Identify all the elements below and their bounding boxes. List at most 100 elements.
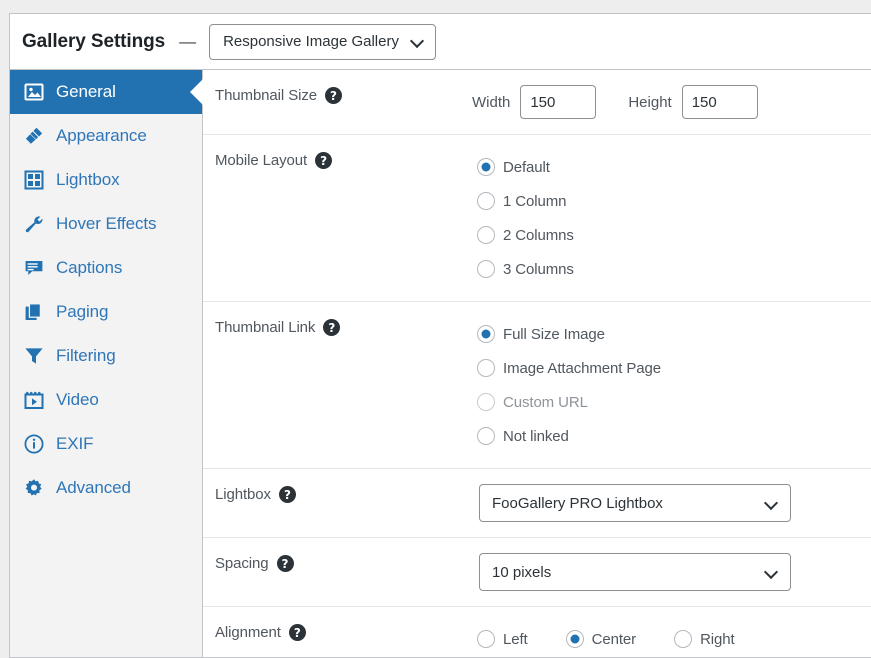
radio-label: 2 Columns bbox=[503, 226, 574, 244]
radio-label: Custom URL bbox=[503, 393, 588, 411]
radio-icon bbox=[565, 630, 584, 648]
help-icon[interactable]: ? bbox=[324, 87, 342, 104]
paintbrush-icon bbox=[23, 125, 45, 147]
radio-option-custom-url[interactable]: Custom URL bbox=[477, 385, 871, 419]
setting-row-lightbox: Lightbox ? FooGallery PRO Lightbox bbox=[203, 469, 871, 538]
label-text: Lightbox bbox=[215, 486, 271, 503]
label-text: Spacing bbox=[215, 555, 269, 572]
page-title: Gallery Settings bbox=[22, 30, 166, 52]
radio-option-right[interactable]: Right bbox=[674, 622, 735, 656]
setting-field-spacing: 10 pixels bbox=[472, 553, 871, 591]
radio-option-2-columns[interactable]: 2 Columns bbox=[477, 218, 871, 252]
radio-icon bbox=[477, 226, 495, 244]
chevron-down-icon bbox=[765, 497, 778, 510]
lightbox-select[interactable]: FooGallery PRO Lightbox bbox=[479, 484, 791, 522]
radio-option-center[interactable]: Center bbox=[565, 622, 637, 656]
spacing-select-value: 10 pixels bbox=[492, 563, 552, 581]
funnel-icon bbox=[23, 345, 45, 367]
sidebar-item-label: Lightbox bbox=[56, 170, 120, 189]
thumbnail-link-radio-group: Full Size Image Image Attachment Page Cu… bbox=[477, 317, 871, 453]
thumbnail-height-input[interactable] bbox=[681, 85, 758, 119]
radio-icon bbox=[674, 630, 693, 648]
setting-label-alignment: Alignment ? bbox=[215, 622, 472, 641]
sidebar-item-appearance[interactable]: Appearance bbox=[10, 114, 202, 158]
sidebar-item-captions[interactable]: Captions bbox=[10, 246, 202, 290]
radio-option-3-columns[interactable]: 3 Columns bbox=[477, 252, 871, 286]
video-icon bbox=[23, 389, 45, 411]
help-icon[interactable]: ? bbox=[276, 555, 294, 572]
setting-row-thumbnail-link: Thumbnail Link ? Full Size Image Image A… bbox=[203, 302, 871, 469]
label-text: Alignment bbox=[215, 624, 281, 641]
radio-label: Center bbox=[591, 630, 637, 648]
setting-field-lightbox: FooGallery PRO Lightbox bbox=[472, 484, 871, 522]
setting-field-thumbnail-link: Full Size Image Image Attachment Page Cu… bbox=[472, 317, 871, 453]
sidebar-item-advanced[interactable]: Advanced bbox=[10, 466, 202, 510]
radio-label: Default bbox=[503, 158, 550, 176]
setting-field-alignment: Left Center Right bbox=[472, 622, 871, 656]
title-separator: — bbox=[179, 31, 197, 51]
help-icon[interactable]: ? bbox=[323, 319, 341, 336]
sidebar-item-general[interactable]: General bbox=[10, 70, 202, 114]
image-icon bbox=[23, 81, 45, 103]
sidebar-item-paging[interactable]: Paging bbox=[10, 290, 202, 334]
sidebar-item-label: EXIF bbox=[56, 434, 94, 453]
sidebar-item-video[interactable]: Video bbox=[10, 378, 202, 422]
sidebar-item-label: General bbox=[56, 82, 116, 101]
sidebar-item-label: Paging bbox=[56, 302, 109, 321]
help-icon[interactable]: ? bbox=[278, 486, 296, 503]
settings-sidebar: General Appearance Lightbox Hover Effect… bbox=[10, 69, 203, 657]
wrench-icon bbox=[23, 213, 45, 235]
radio-label: 1 Column bbox=[503, 192, 567, 210]
gallery-template-select-value: Responsive Image Gallery bbox=[223, 33, 399, 50]
sidebar-item-filtering[interactable]: Filtering bbox=[10, 334, 202, 378]
sidebar-item-label: Video bbox=[56, 390, 99, 409]
setting-label-spacing: Spacing ? bbox=[215, 553, 472, 572]
radio-icon bbox=[477, 158, 495, 176]
setting-label-thumbnail-size: Thumbnail Size ? bbox=[215, 85, 472, 104]
help-icon[interactable]: ? bbox=[288, 624, 306, 641]
radio-icon bbox=[477, 359, 495, 377]
alignment-radio-group: Left Center Right bbox=[477, 622, 871, 656]
radio-icon bbox=[477, 325, 495, 343]
radio-icon bbox=[477, 427, 495, 445]
gallery-template-select[interactable]: Responsive Image Gallery bbox=[209, 23, 436, 60]
thumbnail-width-input[interactable] bbox=[520, 85, 597, 119]
setting-label-mobile-layout: Mobile Layout ? bbox=[215, 150, 472, 169]
setting-field-thumbnail-size: Width Height bbox=[472, 85, 871, 119]
radio-option-1-column[interactable]: 1 Column bbox=[477, 184, 871, 218]
spacing-select[interactable]: 10 pixels bbox=[479, 553, 791, 591]
panel-header: Gallery Settings — Responsive Image Gall… bbox=[10, 14, 871, 69]
sidebar-item-exif[interactable]: EXIF bbox=[10, 422, 202, 466]
radio-option-default[interactable]: Default bbox=[477, 150, 871, 184]
info-icon bbox=[23, 433, 45, 455]
grid-icon bbox=[23, 169, 45, 191]
radio-label: Right bbox=[700, 630, 735, 648]
setting-row-spacing: Spacing ? 10 pixels bbox=[203, 538, 871, 607]
radio-option-left[interactable]: Left bbox=[477, 622, 528, 656]
label-text: Thumbnail Link bbox=[215, 319, 316, 336]
radio-icon bbox=[477, 393, 495, 411]
lightbox-select-value: FooGallery PRO Lightbox bbox=[492, 494, 663, 512]
sidebar-item-label: Filtering bbox=[56, 346, 116, 365]
radio-icon bbox=[477, 192, 495, 210]
radio-option-image-attachment-page[interactable]: Image Attachment Page bbox=[477, 351, 871, 385]
sidebar-item-label: Captions bbox=[56, 258, 123, 277]
sidebar-item-lightbox[interactable]: Lightbox bbox=[10, 158, 202, 202]
setting-label-lightbox: Lightbox ? bbox=[215, 484, 472, 503]
radio-icon bbox=[477, 630, 495, 648]
radio-option-not-linked[interactable]: Not linked bbox=[477, 419, 871, 453]
setting-label-thumbnail-link: Thumbnail Link ? bbox=[215, 317, 472, 336]
gallery-settings-panel: Gallery Settings — Responsive Image Gall… bbox=[9, 13, 871, 658]
panel-body: General Appearance Lightbox Hover Effect… bbox=[10, 69, 871, 657]
radio-label: Left bbox=[503, 630, 528, 648]
pages-icon bbox=[23, 301, 45, 323]
sidebar-item-label: Advanced bbox=[56, 478, 131, 497]
sidebar-item-label: Appearance bbox=[56, 126, 147, 145]
help-icon[interactable]: ? bbox=[315, 152, 333, 169]
settings-content: Thumbnail Size ? Width Height Mobile Lay… bbox=[203, 69, 871, 657]
sidebar-item-hover-effects[interactable]: Hover Effects bbox=[10, 202, 202, 246]
mobile-layout-radio-group: Default 1 Column 2 Columns 3 Columns bbox=[477, 150, 871, 286]
chevron-down-icon bbox=[765, 566, 778, 579]
setting-row-thumbnail-size: Thumbnail Size ? Width Height bbox=[203, 70, 871, 135]
radio-option-full-size-image[interactable]: Full Size Image bbox=[477, 317, 871, 351]
